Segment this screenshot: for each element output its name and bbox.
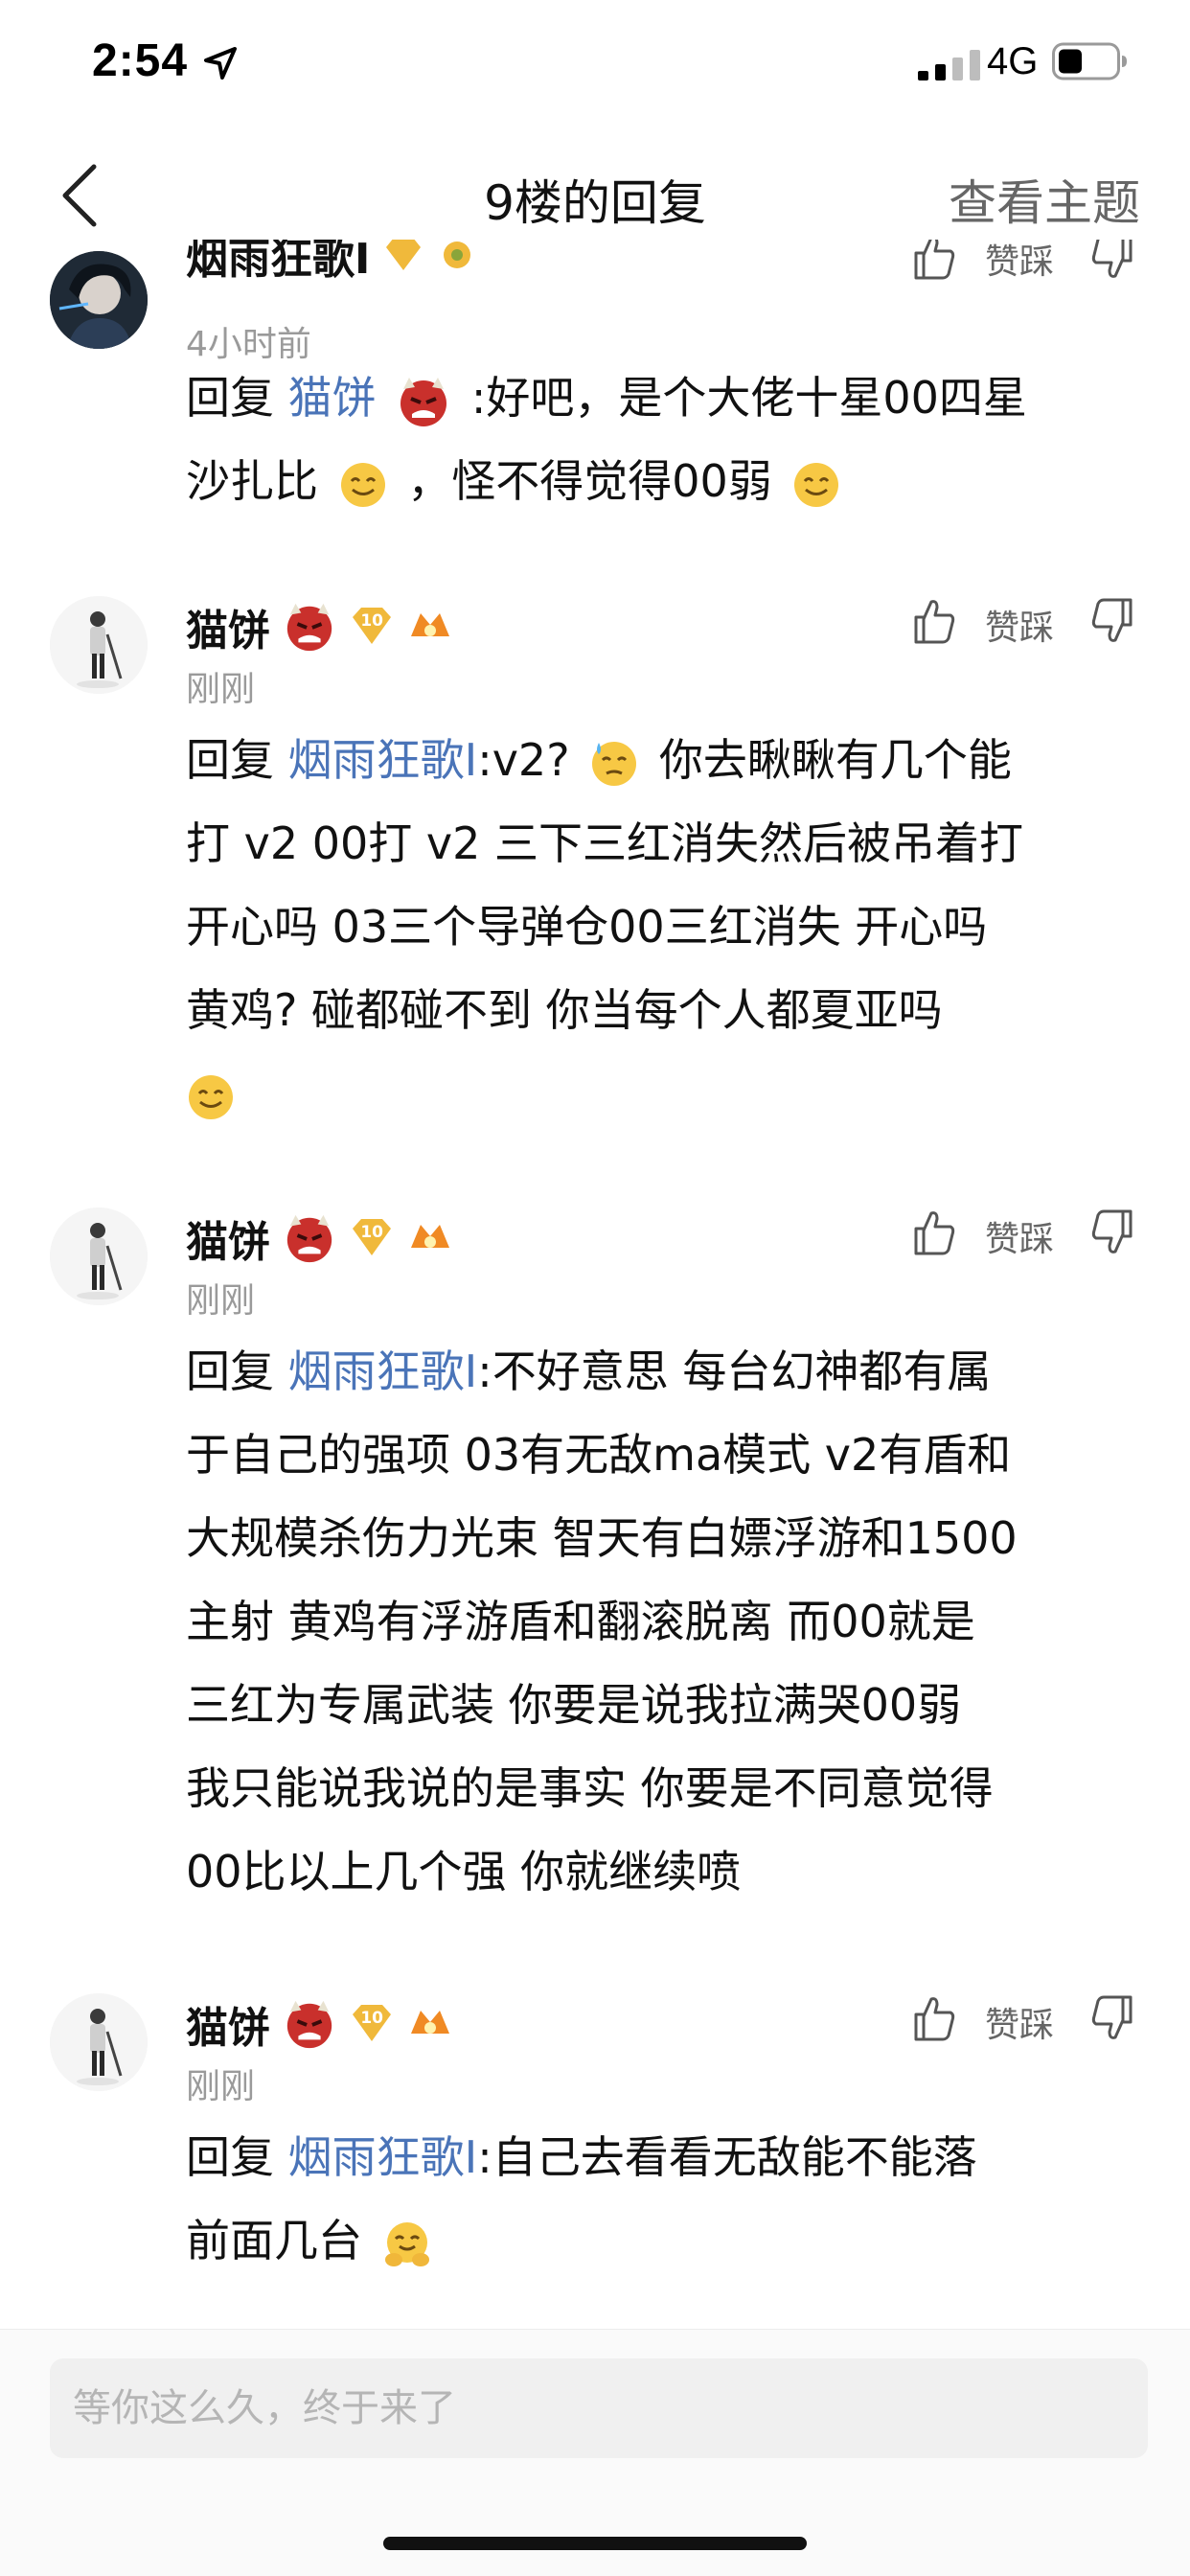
vote-label[interactable]: 赞踩 <box>985 600 1054 650</box>
level-number: 10 <box>360 2009 384 2028</box>
comment-text: 回复 烟雨狂歌I:自己去看看无敌能不能落 前面几台 <box>186 2116 1144 2283</box>
thumbs-up-icon[interactable] <box>910 1208 958 1257</box>
view-topic-link[interactable]: 查看主题 <box>949 165 1140 234</box>
devil-mask-emoji-icon <box>286 603 332 652</box>
user-name[interactable]: 烟雨狂歌I <box>186 240 370 284</box>
reply-target-link[interactable]: 烟雨狂歌I <box>288 1346 478 1397</box>
reply-thread-screen: 2:54 4G 9楼的回复 查看主题 烟雨狂歌I 4小时前 赞踩 回复 猫饼:… <box>0 0 1190 2576</box>
location-arrow-icon <box>204 47 237 80</box>
user-line: 猫饼 10 <box>186 1993 453 2053</box>
comment-time: 刚刚 <box>186 1281 256 1321</box>
reply-input[interactable] <box>50 2358 1148 2458</box>
vote-label[interactable]: 赞踩 <box>985 1211 1054 1261</box>
diamond-badge-icon <box>386 240 422 270</box>
reply-prefix: 回复 <box>186 372 274 424</box>
comment-text: 回复 烟雨狂歌I:不好意思 每台幻神都有属 于自己的强项 03有无敌ma模式 v… <box>186 1346 1018 1898</box>
comment-text: 回复 猫饼 :好吧，是个大佬十星00四星 沙扎比 ，怪不得觉得00弱 <box>186 356 1144 523</box>
vote-label[interactable]: 赞踩 <box>985 1997 1054 2047</box>
smiling-face-emoji-icon <box>340 462 385 507</box>
reply-prefix: 回复 <box>186 734 274 786</box>
devil-mask-emoji-icon <box>286 2000 332 2049</box>
thumbs-down-icon[interactable] <box>1088 1993 1136 2043</box>
mech-badge-icon <box>411 2011 450 2034</box>
avatar-image <box>50 251 148 349</box>
signal-icon <box>918 50 980 80</box>
hugging-face-emoji-icon <box>384 2221 429 2266</box>
avatar[interactable] <box>50 1993 148 2091</box>
network-label: 4G <box>987 40 1039 82</box>
comment-time: 刚刚 <box>186 2067 256 2106</box>
devil-mask-emoji-icon <box>400 377 447 426</box>
gear-badge-icon <box>443 242 470 268</box>
comment-time: 刚刚 <box>186 670 256 709</box>
thumbs-up-icon[interactable] <box>910 596 958 646</box>
level-badge: 10 <box>349 2003 395 2045</box>
user-name[interactable]: 猫饼 <box>186 607 270 656</box>
avatar-image <box>50 1208 148 1305</box>
reply-composer <box>0 2329 1190 2576</box>
user-line: 猫饼 10 <box>186 1208 453 1267</box>
reply-list: 烟雨狂歌I 4小时前 赞踩 回复 猫饼:好吧，是个大佬十星00四星 沙扎比 ，… <box>0 240 1190 2329</box>
thumbs-up-icon[interactable] <box>910 1993 958 2043</box>
avatar-image <box>50 1993 148 2091</box>
thumbs-down-icon[interactable] <box>1088 596 1136 646</box>
mech-badge-icon <box>411 613 450 636</box>
thumbs-down-icon[interactable] <box>1088 1208 1136 1257</box>
devil-mask-emoji-icon <box>286 1214 332 1263</box>
level-number: 10 <box>360 611 384 631</box>
avatar[interactable] <box>50 251 148 349</box>
reply-prefix: 回复 <box>186 2131 274 2183</box>
user-name[interactable]: 猫饼 <box>186 2004 270 2053</box>
reply-target-link[interactable]: 猫饼 <box>288 372 377 424</box>
mech-badge-icon <box>411 1225 450 1248</box>
reply-target-link[interactable]: 烟雨狂歌I <box>288 734 478 786</box>
level-badge: 10 <box>349 606 395 648</box>
level-number: 10 <box>360 1223 384 1242</box>
smiling-face-emoji-icon <box>794 462 839 507</box>
thumbs-down-icon[interactable] <box>1088 240 1136 282</box>
comment-text: 回复 烟雨狂歌I:v2? 你去瞅瞅有几个能 打 v2 00打 v2 三下三红消失… <box>186 719 1144 1136</box>
user-line: 猫饼 10 <box>186 596 453 656</box>
level-badge: 10 <box>349 1217 395 1259</box>
user-name[interactable]: 猫饼 <box>186 1218 270 1267</box>
reply-prefix: 回复 <box>186 1346 274 1397</box>
status-bar: 2:54 4G <box>0 0 1190 134</box>
vote-label[interactable]: 赞踩 <box>985 240 1054 284</box>
battery-icon <box>1052 42 1127 80</box>
reply-target-link[interactable]: 烟雨狂歌I <box>288 2131 478 2183</box>
avatar[interactable] <box>50 1208 148 1305</box>
user-line: 烟雨狂歌I <box>186 240 476 284</box>
smiling-face-emoji-icon <box>189 1074 233 1119</box>
thumbs-up-icon[interactable] <box>910 240 958 282</box>
avatar[interactable] <box>50 596 148 694</box>
avatar-image <box>50 596 148 694</box>
status-time: 2:54 <box>92 35 189 86</box>
home-indicator <box>383 2537 807 2550</box>
sweat-face-emoji-icon <box>592 741 637 786</box>
